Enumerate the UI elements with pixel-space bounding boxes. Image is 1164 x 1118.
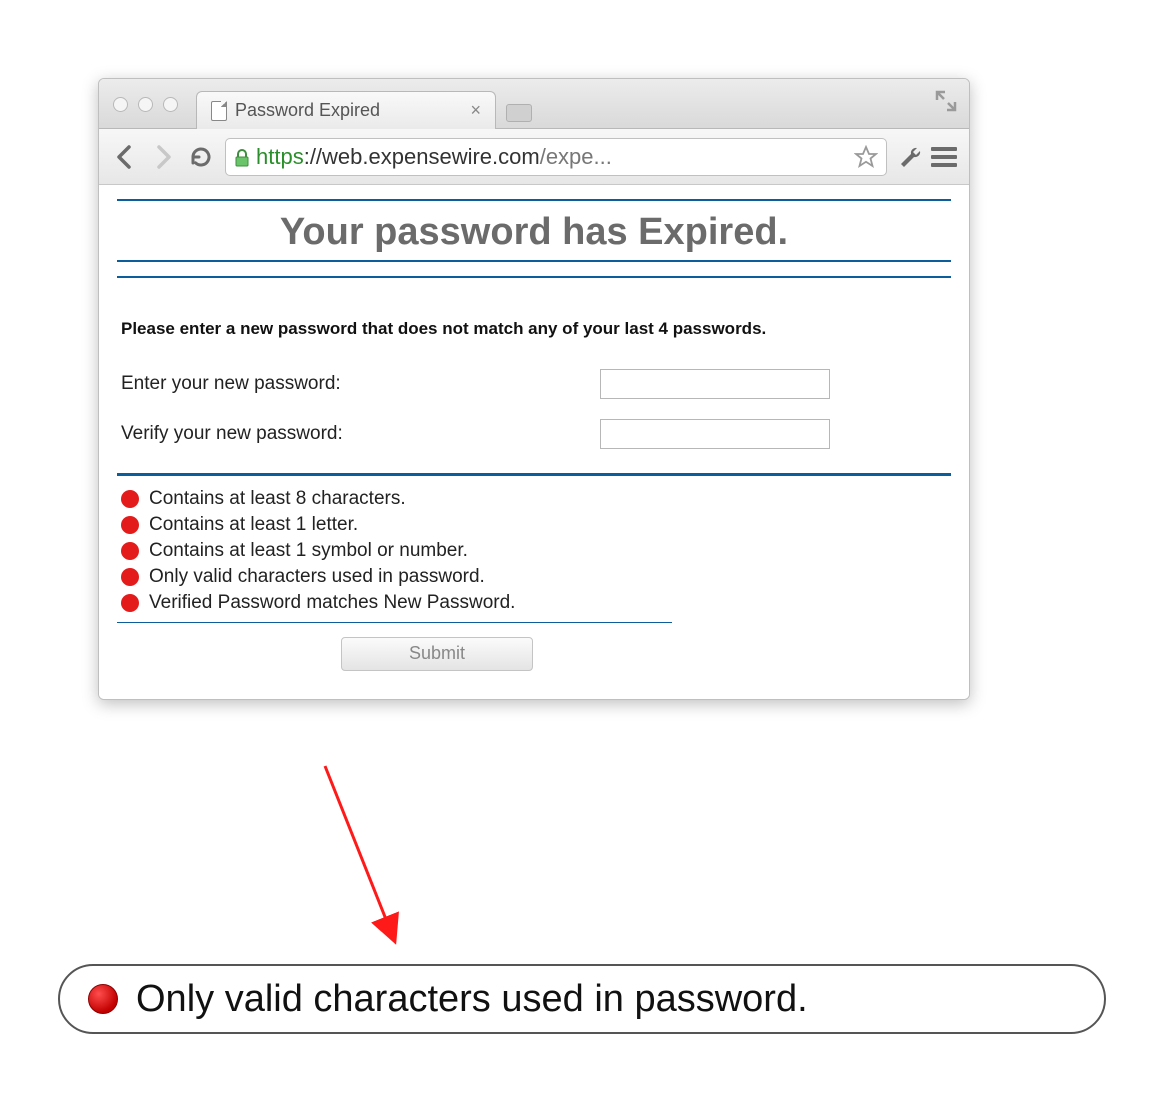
rule-text: Contains at least 8 characters. (149, 488, 406, 510)
close-window-button[interactable] (113, 97, 128, 112)
form-row-verify: Verify your new password: (117, 409, 951, 459)
address-bar[interactable]: https://web.expensewire.com/expe... (225, 138, 887, 176)
tab-title: Password Expired (235, 100, 380, 121)
page-title: Your password has Expired. (117, 201, 951, 260)
rule-item: Verified Password matches New Password. (121, 590, 668, 616)
forward-button[interactable] (149, 143, 177, 171)
new-tab-button[interactable] (506, 104, 532, 122)
reload-button[interactable] (187, 143, 215, 171)
page-favicon-icon (211, 101, 227, 121)
wrench-icon[interactable] (897, 145, 921, 169)
url-text: https://web.expensewire.com/expe... (256, 144, 846, 170)
rule-text: Only valid characters used in password. (149, 566, 485, 588)
enter-password-label: Enter your new password: (121, 373, 600, 395)
status-dot-icon (121, 516, 139, 534)
password-rules-section: Contains at least 8 characters. Contains… (117, 473, 951, 671)
url-path: /expe... (540, 144, 612, 169)
browser-toolbar: https://web.expensewire.com/expe... (99, 129, 969, 185)
annotation-arrow-icon (305, 762, 435, 962)
rule-text: Contains at least 1 letter. (149, 514, 358, 536)
instruction-text: Please enter a new password that does no… (117, 278, 951, 359)
url-domain: ://web.expensewire.com (304, 144, 540, 169)
url-scheme: https (256, 144, 304, 169)
browser-window: Password Expired × https://web.expensewi… (98, 78, 970, 700)
tab-strip: Password Expired × (196, 91, 935, 128)
browser-tab[interactable]: Password Expired × (196, 91, 496, 129)
titlebar: Password Expired × (99, 79, 969, 129)
minimize-window-button[interactable] (138, 97, 153, 112)
status-dot-icon (121, 490, 139, 508)
status-dot-icon (121, 594, 139, 612)
rules-list: Contains at least 8 characters. Contains… (117, 476, 672, 622)
rule-text: Verified Password matches New Password. (149, 592, 515, 614)
menu-button[interactable] (931, 147, 957, 167)
submit-button[interactable]: Submit (341, 637, 533, 671)
form-row-enter: Enter your new password: (117, 359, 951, 409)
status-dot-icon (121, 542, 139, 560)
bookmark-star-icon[interactable] (854, 145, 878, 169)
submit-row: Submit (117, 623, 757, 671)
annotation-callout: Only valid characters used in password. (58, 964, 1106, 1034)
callout-text: Only valid characters used in password. (136, 978, 808, 1021)
new-password-input[interactable] (600, 369, 830, 399)
verify-password-label: Verify your new password: (121, 423, 600, 445)
back-button[interactable] (111, 143, 139, 171)
lock-icon (234, 149, 248, 165)
status-dot-icon (121, 568, 139, 586)
rule-item: Contains at least 1 symbol or number. (121, 538, 668, 564)
zoom-window-button[interactable] (163, 97, 178, 112)
status-dot-icon (88, 984, 118, 1014)
rule-item: Contains at least 8 characters. (121, 486, 668, 512)
window-controls (113, 97, 178, 112)
fullscreen-icon[interactable] (935, 90, 957, 112)
verify-password-input[interactable] (600, 419, 830, 449)
rule-text: Contains at least 1 symbol or number. (149, 540, 468, 562)
rule-item: Contains at least 1 letter. (121, 512, 668, 538)
close-tab-button[interactable]: × (470, 100, 481, 121)
page-content: Your password has Expired. Please enter … (99, 185, 969, 699)
rule-item: Only valid characters used in password. (121, 564, 668, 590)
